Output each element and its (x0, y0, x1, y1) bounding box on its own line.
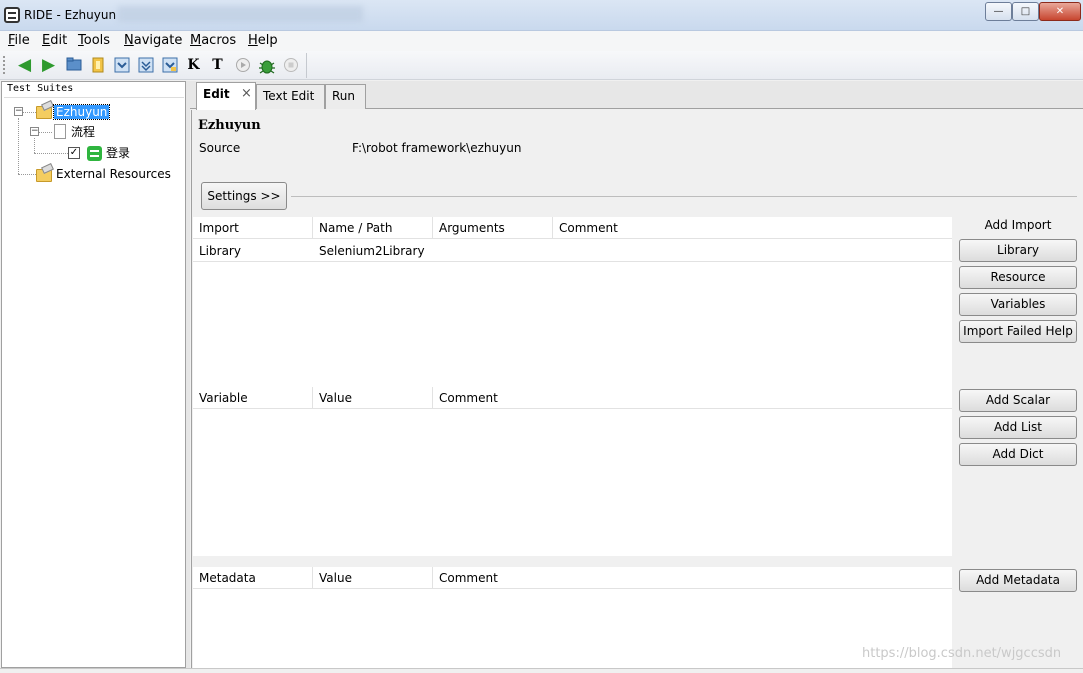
watermark: https://blog.csdn.net/wjgccsdn (862, 646, 1062, 661)
add-resource-button[interactable]: Resource (959, 266, 1077, 289)
tab-close-icon[interactable]: × (241, 83, 252, 105)
toolbar-separator (306, 53, 307, 78)
metadata-header: Metadata Value Comment (193, 567, 952, 589)
open-folder-icon[interactable] (65, 57, 82, 74)
ride-app-icon (4, 7, 20, 23)
tree-connector (18, 174, 36, 175)
source-label: Source (199, 141, 241, 155)
robot-test-icon (87, 146, 102, 161)
stop-icon[interactable] (282, 57, 299, 74)
tab-edit[interactable]: Edit × (196, 82, 256, 110)
tree-connector (38, 132, 52, 133)
column-header-variable[interactable]: Variable (193, 387, 313, 409)
column-header-value[interactable]: Value (313, 387, 433, 409)
toolbar-grip[interactable] (3, 56, 6, 74)
tree-node-liucheng[interactable]: 流程 (71, 123, 95, 141)
minimize-button[interactable]: — (985, 2, 1012, 21)
tree-connector (22, 112, 36, 113)
debug-icon[interactable] (258, 57, 275, 74)
collapse-root-toggle[interactable]: − (14, 107, 23, 116)
forward-icon[interactable]: ▶ (40, 57, 57, 74)
tree-node-ezhuyun[interactable]: Ezhuyun (52, 103, 111, 121)
menu-macros[interactable]: Macros (190, 33, 236, 48)
open-directory-icon[interactable] (89, 57, 106, 74)
import-comment-cell[interactable] (553, 240, 952, 262)
menu-file[interactable]: File (8, 33, 30, 48)
file-icon (54, 124, 66, 139)
search-keywords-icon[interactable]: K (185, 57, 202, 74)
menu-help[interactable]: Help (248, 33, 278, 48)
menu-bar: File Edit Tools Navigate Macros Help (0, 31, 1083, 51)
save-all-icon[interactable] (137, 57, 154, 74)
settings-toggle-button[interactable]: Settings >> (201, 182, 287, 210)
column-header-metadata[interactable]: Metadata (193, 567, 313, 589)
menu-navigate[interactable]: Navigate (124, 33, 182, 48)
import-name-cell[interactable]: Selenium2Library (313, 240, 433, 262)
blurred-title-area (118, 6, 363, 22)
import-type-cell[interactable]: Library (193, 240, 313, 262)
column-header-name-path[interactable]: Name / Path (313, 217, 433, 239)
status-bar (0, 668, 1083, 673)
editor-tabs: Edit × Text Edit Run (190, 81, 1083, 110)
metadata-table[interactable]: Metadata Value Comment (193, 567, 952, 668)
test-suites-panel: Test Suites − Ezhuyun − 流程 ✓ 登录 External… (1, 81, 186, 668)
tree-connector (34, 153, 68, 154)
add-metadata-button[interactable]: Add Metadata (959, 569, 1077, 592)
import-failed-help-button[interactable]: Import Failed Help (959, 320, 1077, 343)
import-arguments-cell[interactable] (433, 240, 553, 262)
save-as-icon[interactable] (161, 57, 178, 74)
settings-divider (291, 196, 1077, 197)
source-path: F:\robot framework\ezhuyun (352, 141, 522, 155)
test-checkbox[interactable]: ✓ (68, 147, 80, 159)
menu-edit[interactable]: Edit (42, 33, 67, 48)
column-header-arguments[interactable]: Arguments (433, 217, 553, 239)
save-icon[interactable] (113, 57, 130, 74)
window-title: RIDE - Ezhuyun (24, 8, 117, 22)
tree-node-external-resources[interactable]: External Resources (56, 165, 171, 183)
run-icon[interactable] (234, 57, 251, 74)
tree-header: Test Suites (4, 82, 184, 98)
column-header-comment[interactable]: Comment (433, 387, 952, 409)
column-header-value[interactable]: Value (313, 567, 433, 589)
back-icon[interactable]: ◀ (16, 57, 33, 74)
maximize-button[interactable]: □ (1012, 2, 1039, 21)
suite-folder-icon (36, 106, 52, 119)
imports-table[interactable]: Import Name / Path Arguments Comment Lib… (193, 217, 952, 389)
imports-header: Import Name / Path Arguments Comment (193, 217, 952, 239)
title-bar: RIDE - Ezhuyun — □ ✕ (0, 0, 1083, 31)
add-dict-button[interactable]: Add Dict (959, 443, 1077, 466)
column-header-import[interactable]: Import (193, 217, 313, 239)
tree-node-denglu[interactable]: 登录 (106, 144, 130, 162)
variables-table[interactable]: Variable Value Comment (193, 387, 952, 556)
tab-run[interactable]: Run (325, 84, 366, 109)
variables-header: Variable Value Comment (193, 387, 952, 409)
table-row[interactable]: Library Selenium2Library (193, 240, 952, 262)
close-button[interactable]: ✕ (1039, 2, 1081, 21)
tree-node-label: Ezhuyun (52, 104, 111, 120)
suite-title: Ezhuyun (198, 118, 261, 133)
add-import-label: Add Import (984, 218, 1052, 232)
external-resources-folder-icon (36, 169, 52, 182)
toolbar: ◀ ▶ K T (0, 51, 1083, 80)
suite-editor: Ezhuyun Source F:\robot framework\ezhuyu… (191, 110, 1083, 668)
add-list-button[interactable]: Add List (959, 416, 1077, 439)
search-tests-icon[interactable]: T (209, 57, 226, 74)
add-scalar-button[interactable]: Add Scalar (959, 389, 1077, 412)
tree-connector (34, 138, 35, 153)
menu-tools[interactable]: Tools (78, 33, 110, 48)
collapse-suite-toggle[interactable]: − (30, 127, 39, 136)
column-header-comment[interactable]: Comment (553, 217, 952, 239)
add-variables-button[interactable]: Variables (959, 293, 1077, 316)
tree-connector (18, 118, 19, 174)
panel-splitter[interactable] (186, 81, 190, 668)
tab-edit-label: Edit (203, 87, 230, 101)
add-library-button[interactable]: Library (959, 239, 1077, 262)
tab-text-edit[interactable]: Text Edit (256, 84, 325, 109)
column-header-comment[interactable]: Comment (433, 567, 952, 589)
